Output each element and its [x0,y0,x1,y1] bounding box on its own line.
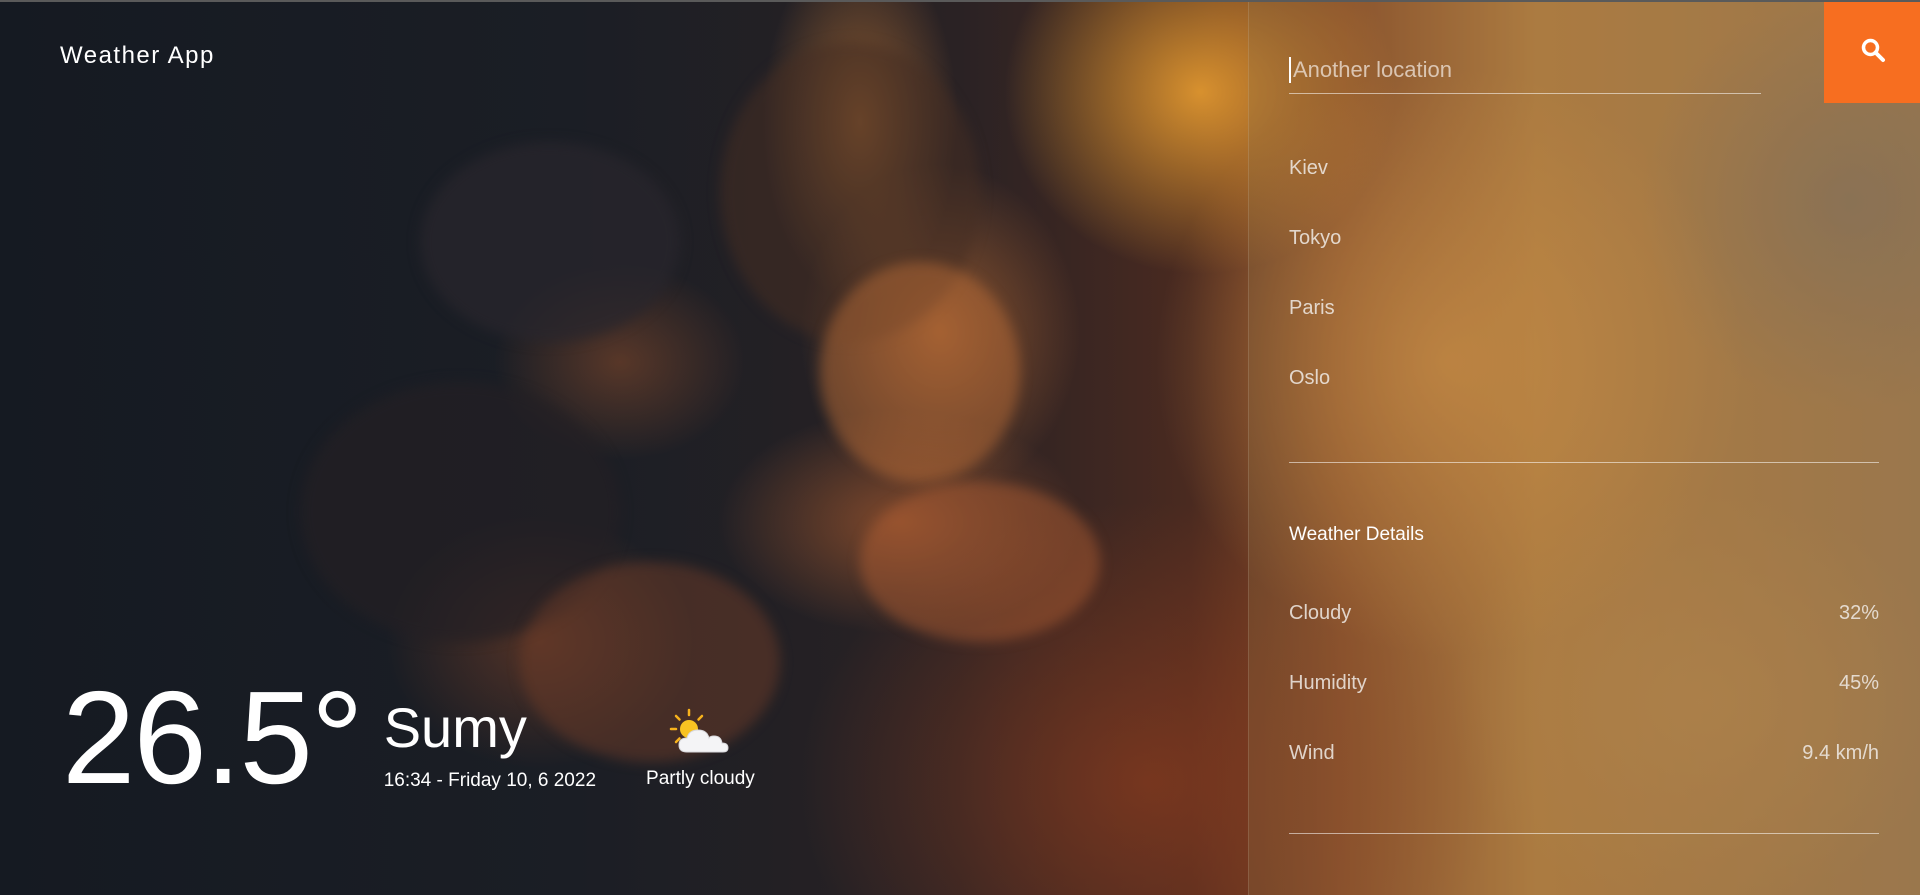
location-item[interactable]: Paris [1289,297,1341,367]
location-item[interactable]: Kiev [1289,157,1341,227]
location-item[interactable]: Oslo [1289,367,1341,437]
detail-label: Wind [1289,742,1335,764]
detail-label: Cloudy [1289,602,1352,624]
detail-value: 9.4 km/h [1802,742,1879,764]
search-input[interactable] [1289,57,1765,83]
recent-locations: Kiev Tokyo Paris Oslo [1289,157,1341,437]
condition-block: Partly cloudy [646,708,755,790]
detail-row-cloudy: Cloudy 32% [1289,602,1879,672]
temperature: 26.5° [62,664,364,811]
weather-app: Weather App 26.5° Sumy 16:34 - Friday 10… [0,0,1920,895]
detail-value: 32% [1838,602,1879,624]
detail-row-wind: Wind 9.4 km/h [1289,742,1879,812]
detail-value: 45% [1838,672,1879,694]
detail-label: Humidity [1289,672,1367,694]
details-title: Weather Details [1289,524,1424,545]
search-field [1289,57,1765,94]
city-name: Sumy [383,696,527,759]
location-block: Sumy 16:34 - Friday 10, 6 2022 [384,698,596,792]
divider [1289,833,1879,834]
cloud-shape [820,262,1020,482]
side-panel: Kiev Tokyo Paris Oslo Weather Details Cl… [1248,2,1920,895]
weather-details: Cloudy 32% Humidity 45% Wind 9.4 km/h [1289,602,1879,812]
cloud-shape [420,142,680,342]
divider [1289,462,1879,463]
detail-row-humidity: Humidity 45% [1289,672,1879,742]
current-weather: 26.5° Sumy 16:34 - Friday 10, 6 2022 Par… [62,672,755,804]
location-item[interactable]: Tokyo [1289,227,1341,297]
partly-cloudy-icon [669,708,731,758]
search-button[interactable] [1824,2,1920,103]
search-icon [1860,37,1886,68]
cloud-shape [860,482,1100,642]
app-title: Weather App [60,42,215,69]
condition-text: Partly cloudy [646,768,755,789]
date-time: 16:34 - Friday 10, 6 2022 [383,770,597,791]
